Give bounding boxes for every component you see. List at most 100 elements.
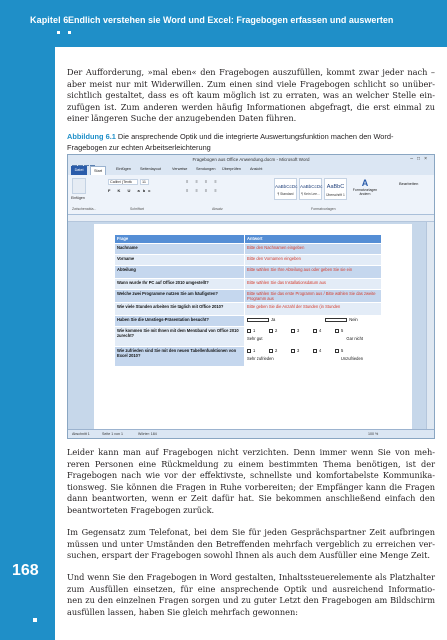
font-name-select[interactable]: Calibri (Textk (108, 179, 138, 185)
group-font: Schriftart (130, 207, 145, 211)
paste-icon[interactable] (72, 178, 86, 194)
text-line: ausfüllen lassen, haben Sie gleich mehrf… (67, 606, 299, 617)
text-line: nen zu den einzelnen Fragen sorgen und z… (67, 595, 435, 606)
document-page[interactable]: Frage Antwort Nachname Bitte den Nachnam… (94, 224, 412, 431)
header-square-marker (68, 31, 71, 34)
scale-value: 2 (275, 328, 278, 333)
checkbox[interactable] (269, 328, 273, 333)
answer-field[interactable]: Bitte den Nachnamen eingeben (244, 243, 382, 255)
answer-field[interactable]: Bitte den Vornamen eingeben (244, 254, 382, 266)
page-sidebar (0, 47, 55, 640)
header-square-marker (57, 31, 60, 34)
checkbox[interactable] (313, 348, 317, 353)
scale-value: 1 (253, 328, 256, 333)
body-paragraph: Und wenn Sie den Fragebogen in Word gest… (67, 572, 435, 618)
style-heading-1[interactable]: AaBbC Überschrift 1 (324, 178, 347, 200)
no-label: Nein (349, 317, 358, 322)
tab-file[interactable]: Datei (71, 166, 87, 175)
font-size-select[interactable]: 11 (140, 179, 149, 185)
rating-scale[interactable]: 1 2 3 4 5 Sehr gut Gar nicht (244, 326, 382, 347)
checkbox[interactable] (335, 348, 339, 353)
question-cell: Wann wurde Ihr PC auf Office 2010 umgest… (114, 278, 245, 290)
answer-field[interactable]: Bitte wählen Sie das erste Programm aus … (244, 289, 382, 303)
text-line: tionsweg. Sie können die Fragen in Ruhe … (67, 481, 435, 492)
window-title: Fragebogen aus Office Anwendung.docm - M… (192, 157, 310, 162)
figure-label: Abbildung 6.1 (67, 132, 116, 141)
table-row: Wie zufrieden sind Sie mit den neuen Tab… (114, 346, 382, 367)
status-pages: Seite 1 von 1 (102, 432, 123, 436)
answer-field[interactable]: Bitte wählen Sie Ihre Abteilung aus oder… (244, 265, 382, 279)
style-no-spacing[interactable]: AaBbCcDc ¶ Kein Lee... (299, 178, 322, 200)
tab-start[interactable]: Start (90, 166, 107, 175)
ribbon: Einfügen Calibri (Textk 11 F K U abc ≡ ≡… (68, 175, 434, 215)
window-controls[interactable]: –□× (410, 156, 431, 162)
format-buttons[interactable]: F K U abc (108, 188, 168, 194)
checkbox[interactable] (247, 348, 251, 353)
chapter-label: Kapitel 6 (30, 15, 69, 25)
answer-field[interactable]: Bitte geben Sie die Anzahl der Stunden (… (244, 302, 382, 316)
question-cell: Abteilung (114, 265, 245, 279)
table-header-row: Frage Antwort (114, 234, 382, 244)
zoom-level[interactable]: 100 % (368, 432, 378, 436)
scale-value: 5 (341, 328, 344, 333)
intro-paragraph: Der Aufforderung, »mal eben« den Fragebo… (67, 67, 435, 125)
scale-value: 2 (275, 348, 278, 353)
checkbox[interactable] (247, 328, 251, 333)
scale-high-label: Gar nicht (346, 336, 363, 341)
yes-label: Ja (271, 317, 276, 322)
text-line: beantworteten Fragebogen zurück. (67, 504, 215, 515)
group-paragraph: Absatz (212, 207, 223, 211)
table-row: Nachname Bitte den Nachnamen eingeben (114, 243, 382, 255)
scale-value: 4 (319, 348, 322, 353)
tab-page-layout[interactable]: Seitenlayout (140, 167, 161, 171)
styles-a-icon: A (361, 178, 369, 188)
text-line: suchen, erspart der Fragebogen sowohl Ih… (67, 550, 430, 561)
yes-no-choice[interactable]: Ja Nein (244, 315, 382, 327)
table-row: Welche zwei Programme nutzen Sie am häuf… (114, 289, 382, 303)
questionnaire-table: Frage Antwort Nachname Bitte den Nachnam… (114, 234, 382, 367)
paste-label[interactable]: Einfügen (71, 196, 85, 200)
header-answer: Antwort (244, 234, 382, 244)
ruler[interactable] (68, 215, 434, 222)
tab-references[interactable]: Verweise (172, 167, 187, 171)
status-section: Abschnitt 1 (72, 432, 90, 436)
checkbox-yes[interactable] (247, 317, 269, 322)
figure-caption: Abbildung 6.1 Die ansprechende Optik und… (67, 131, 435, 153)
window-titlebar: Fragebogen aus Office Anwendung.docm - M… (68, 155, 434, 170)
change-styles-button[interactable]: A Formatvorlagen ändern (352, 178, 378, 204)
ribbon-tabs: Datei Start Einfügen Seitenlayout Verwei… (68, 166, 434, 175)
checkbox[interactable] (335, 328, 339, 333)
answer-field[interactable]: Bitte wählen Sie das Installationsdatum … (244, 278, 382, 290)
question-cell: Welche zwei Programme nutzen Sie am häuf… (114, 289, 245, 303)
tab-mailings[interactable]: Sendungen (196, 167, 215, 171)
table-row: Wie kommen Sie mit Ihnen mit dem Menüban… (114, 326, 382, 347)
checkbox[interactable] (269, 348, 273, 353)
paragraph-buttons[interactable]: ≡ ≡ ≡ ≡ (186, 179, 261, 185)
question-cell: Haben Sie die Umstiegs-Präsentation besu… (114, 315, 245, 327)
tab-view[interactable]: Ansicht (250, 167, 262, 171)
text-line: sichtlich gestaltet, dass es oft kaum mö… (67, 90, 435, 101)
checkbox[interactable] (291, 348, 295, 353)
rating-scale[interactable]: 1 2 3 4 5 Sehr zufrieden Unzufrieden (244, 346, 382, 367)
style-standard[interactable]: AaBbCcDc ¶ Standard (274, 178, 297, 200)
table-row: Wie viele Stunden arbeiten Sie täglich m… (114, 302, 382, 316)
text-line: Der Aufforderung, »mal eben« den Fragebo… (67, 67, 435, 77)
question-cell: Wie zufrieden sind Sie mit den neuen Tab… (114, 346, 245, 367)
edit-button[interactable]: Bearbeiten (399, 181, 421, 191)
vertical-scrollbar[interactable] (426, 222, 434, 431)
chapter-header: Kapitel 6 Endlich verstehen sie Word und… (0, 0, 447, 47)
word-window-screenshot: Fragebogen aus Office Anwendung.docm - M… (67, 154, 435, 439)
caption-text: Fragebogen zur echten Arbeitserleichteru… (67, 143, 211, 152)
checkbox[interactable] (313, 328, 317, 333)
tab-insert[interactable]: Einfügen (116, 167, 131, 171)
scale-high-label: Unzufrieden (340, 356, 363, 361)
scale-low-label: Sehr zufrieden (247, 356, 274, 361)
question-cell: Wie viele Stunden arbeiten Sie täglich m… (114, 302, 245, 316)
checkbox[interactable] (291, 328, 295, 333)
group-styles: Formatvorlagen (311, 207, 336, 211)
question-cell: Vorname (114, 254, 245, 266)
alignment-buttons[interactable]: ≡ ≡ ≡ ≡ (186, 188, 261, 194)
tab-review[interactable]: Überprüfen (222, 167, 241, 171)
checkbox-no[interactable] (325, 317, 348, 322)
text-line: Fragebogen nach wie vor der effektivste,… (67, 470, 435, 481)
